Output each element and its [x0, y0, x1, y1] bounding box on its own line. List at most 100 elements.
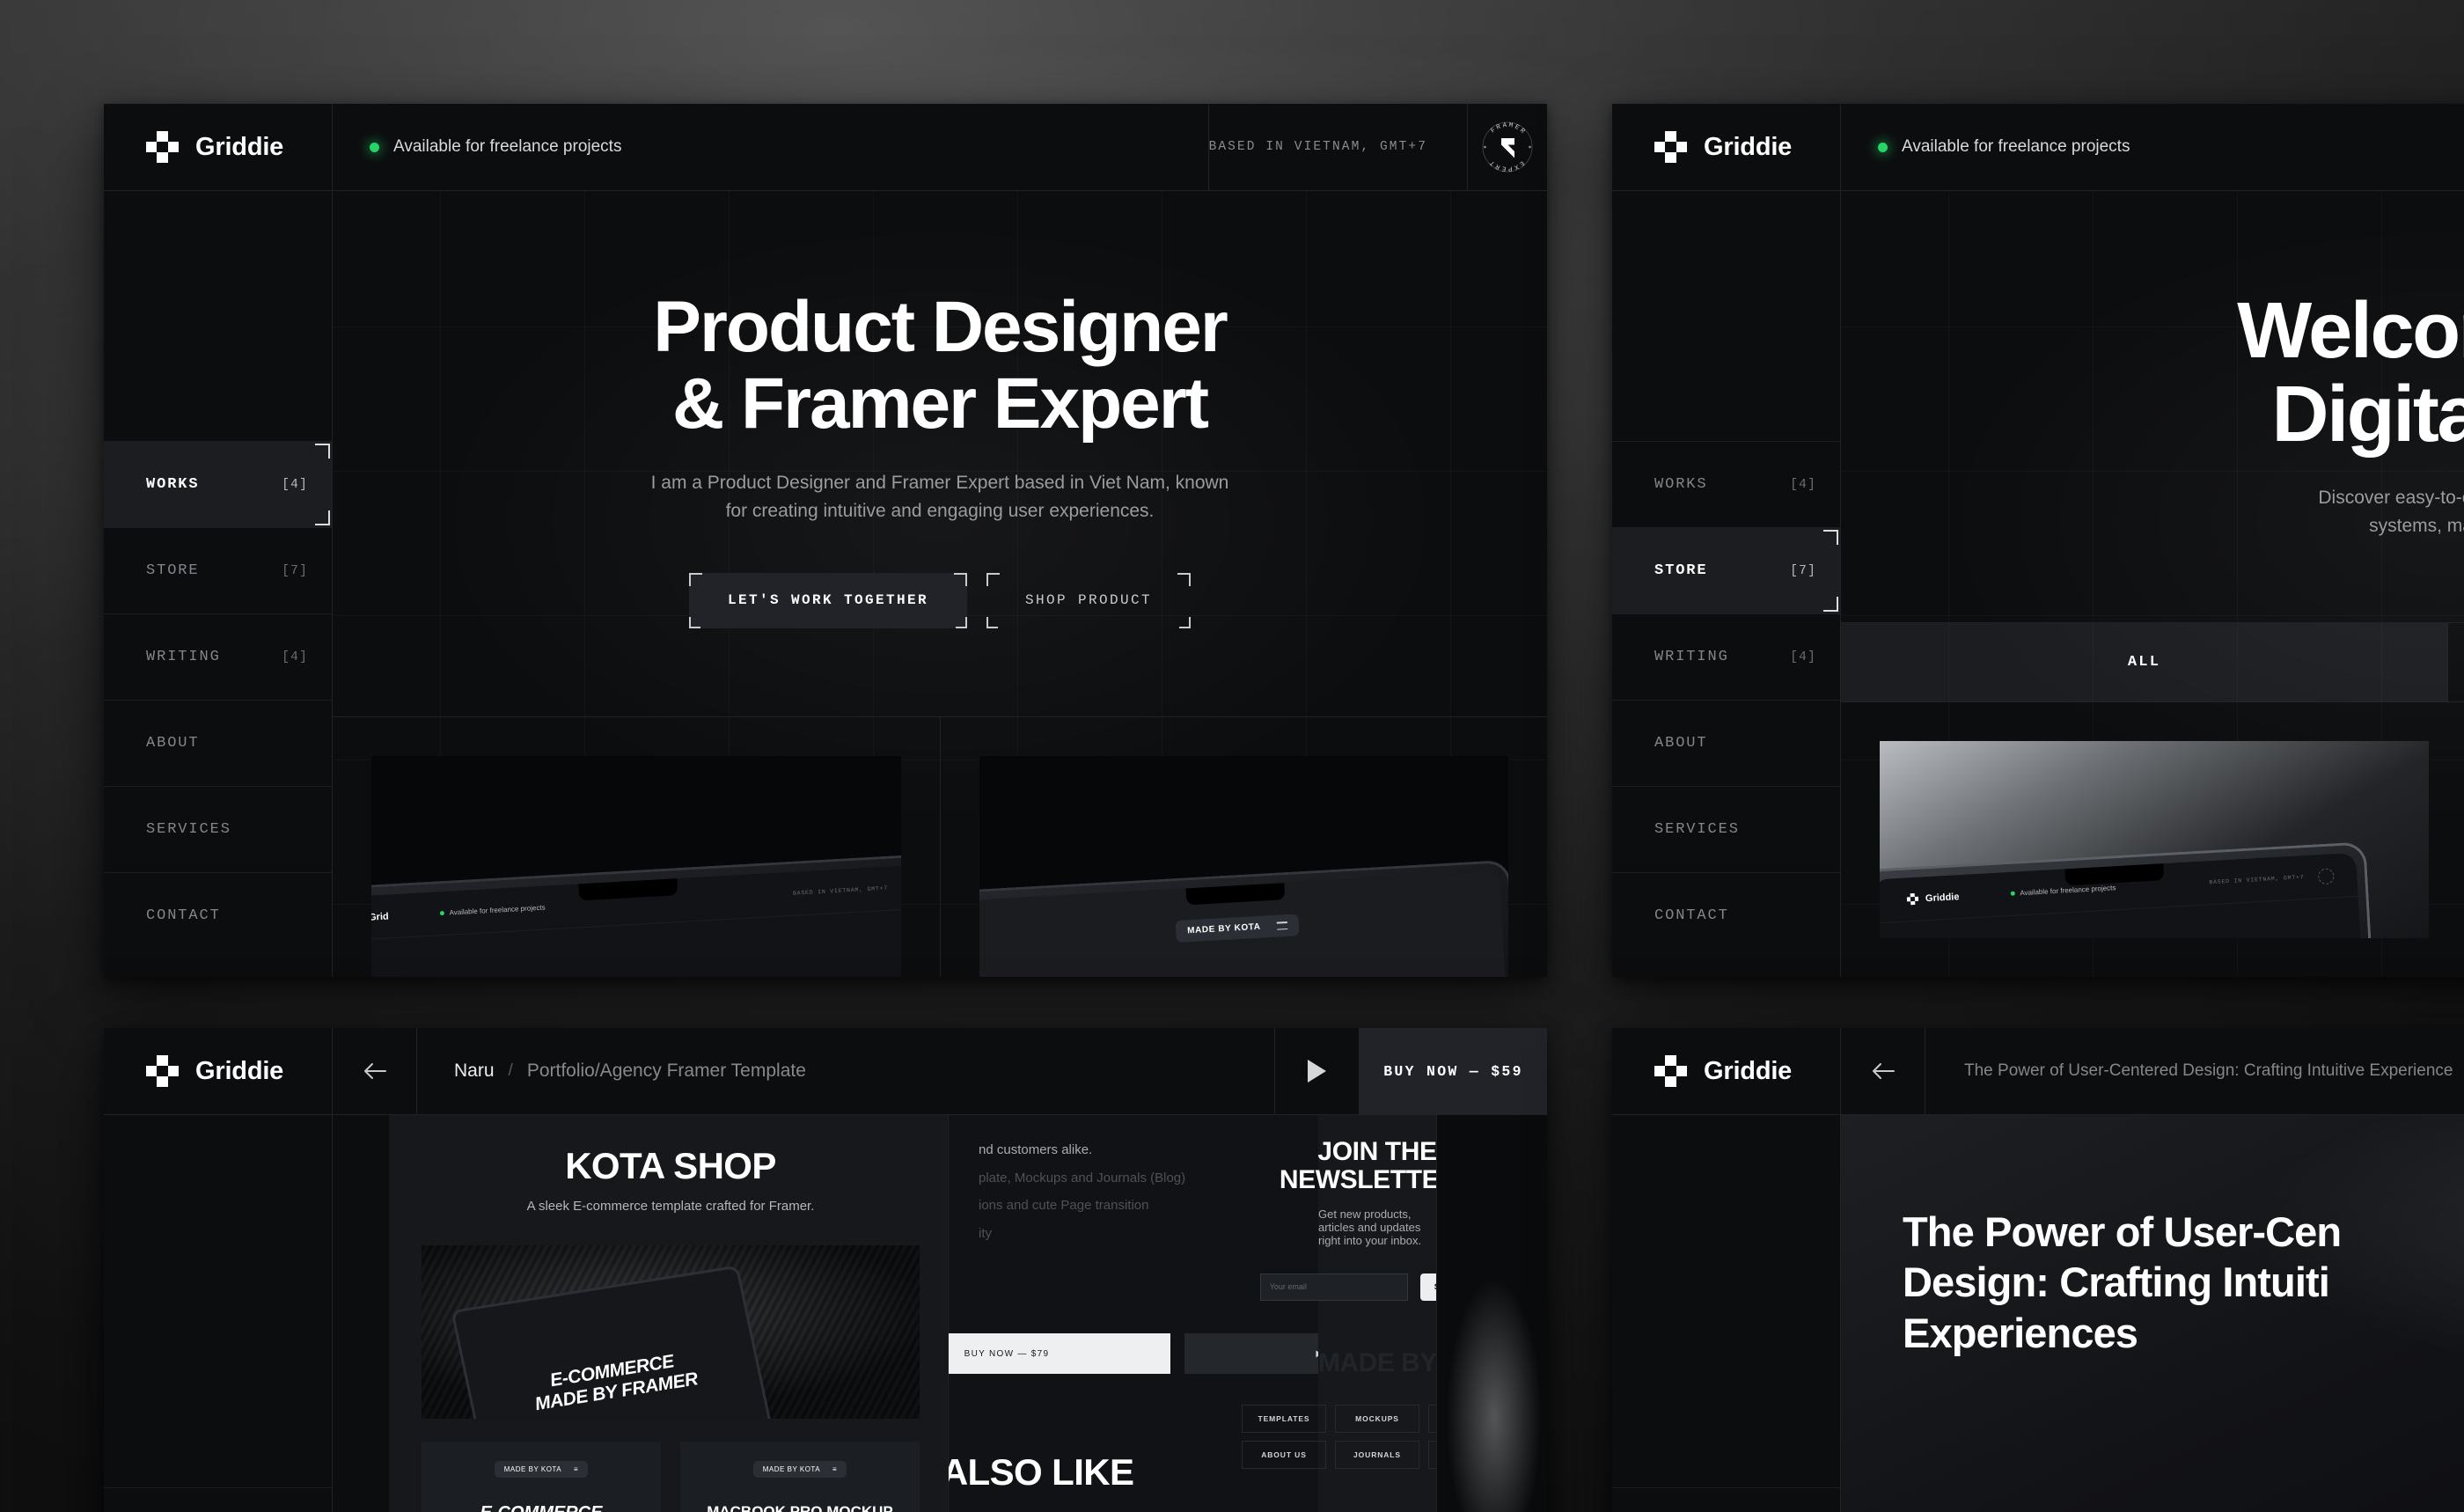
buy-now-button[interactable]: BUY NOW — $59: [1360, 1028, 1547, 1114]
back-button[interactable]: [1841, 1028, 1925, 1114]
article-topbar: Griddie The Power of User-Centered Desig…: [1612, 1028, 2464, 1115]
feature-line-1: nd customers alike.: [979, 1142, 1093, 1157]
sidebar-item-services[interactable]: SERVICES: [1612, 786, 1840, 872]
framer-expert-badge[interactable]: FRAMER EXPERT: [1468, 104, 1547, 190]
framer-badge-icon: FRAMER EXPERT: [1478, 118, 1536, 176]
footer-link-templates[interactable]: TEMPLATES: [1242, 1404, 1326, 1433]
subscribe-button[interactable]: SUBCRIBE: [1419, 1273, 1436, 1301]
brand-store[interactable]: Griddie: [1612, 104, 1841, 190]
footer-link-journals[interactable]: JOURNALS: [1335, 1440, 1419, 1469]
newsletter-column: JOIN THE NEWSLETTERS Get new products, a…: [1242, 1115, 1436, 1512]
brand-product[interactable]: Griddie: [104, 1028, 333, 1114]
sidebar-item-works[interactable]: WORKS [4]: [1612, 441, 1840, 527]
mini-status: Available for freelance projects: [439, 904, 546, 918]
sidebar-item-label: WRITING: [146, 649, 221, 665]
home-topbar: Griddie Available for freelance projects…: [104, 104, 1547, 191]
sidebar-item-label: ABOUT: [1654, 735, 1708, 752]
footer-link-graphics[interactable]: GRAPHICS: [1428, 1404, 1436, 1433]
hamburger-menu-icon[interactable]: [1277, 922, 1287, 931]
sidebar-item-about[interactable]: ABOUT: [104, 700, 332, 786]
sidebar-item-writing[interactable]: WRITING [4]: [1612, 613, 1840, 700]
hero-section: Product Designer & Framer Expert I am a …: [333, 191, 1547, 717]
product-glow-column: [1437, 1115, 1547, 1512]
sidebar-item-label: WORKS: [146, 476, 200, 493]
thumb-nav-pill: MADE BY KOTA ≡: [494, 1461, 589, 1478]
mini-brand-name: Griddie: [1925, 891, 1960, 904]
home-main: Product Designer & Framer Expert I am a …: [333, 191, 1547, 977]
preview-button[interactable]: ▶ PREVIEW: [1184, 1333, 1318, 1374]
kota-nav-pill[interactable]: MADE BY KOTA: [1175, 914, 1300, 943]
hamburger-menu-icon: ≡: [574, 1465, 579, 1473]
griddie-plus-logo-icon: [146, 130, 179, 164]
lets-work-together-button[interactable]: LET'S WORK TOGETHER: [688, 572, 968, 628]
sidebar-item-contact[interactable]: CONTACT: [1612, 872, 1840, 958]
store-hero-section: Welcome to Digital Ma Discover easy-to-c…: [1841, 191, 2464, 623]
sidebar-item-about[interactable]: ABOUT: [1612, 700, 1840, 786]
sidebar-item-contact[interactable]: CONTACT: [104, 872, 332, 958]
product-thumbnail-1[interactable]: MADE BY KOTA ≡ E-COMMERCE: [422, 1442, 661, 1512]
sidebar-item-works[interactable]: WORKS [4]: [104, 441, 332, 527]
product-thumbnail-2[interactable]: MADE BY KOTA ≡ MACBOOK PRO MOCKUP: [680, 1442, 920, 1512]
mini-brand-name: Grid: [371, 911, 389, 923]
sidebar-item-works[interactable]: WORKS [4]: [1612, 1487, 1840, 1512]
availability-status: Available for freelance projects: [333, 104, 1209, 190]
panel-home[interactable]: Griddie Available for freelance projects…: [104, 104, 1547, 977]
thumb-pill-label: MADE BY KOTA: [762, 1465, 821, 1473]
newsletter-subtitle: Get new products, articles and updates r…: [1318, 1207, 1422, 1247]
sidebar-item-label: SERVICES: [1654, 821, 1740, 838]
brand-article[interactable]: Griddie: [1612, 1028, 1841, 1114]
feature-line-2: plate, Mockups and Journals (Blog): [979, 1170, 1186, 1185]
brand-name: Griddie: [195, 1056, 284, 1085]
product-detail-body: KOTA SHOP A sleek E-commerce template cr…: [333, 1115, 1547, 1512]
back-button[interactable]: [333, 1028, 417, 1114]
hero-line-2: Digital Ma: [2271, 371, 2464, 459]
sidebar-item-count: [4]: [282, 477, 308, 492]
breadcrumb: Naru / Portfolio/Agency Framer Template: [417, 1028, 1275, 1114]
shop-product-button[interactable]: SHOP PRODUCT: [986, 572, 1192, 628]
laptop-mockup: MADE BY KOTA E-COMMERCE MADE BY FRAMER: [979, 860, 1508, 977]
sidebar-item-label: WRITING: [1654, 649, 1729, 665]
work-card-2[interactable]: MADE BY KOTA E-COMMERCE MADE BY FRAMER: [941, 717, 1548, 977]
sidebar-item-writing[interactable]: WRITING [4]: [104, 613, 332, 700]
panel-store[interactable]: Griddie Available for freelance projects…: [1612, 104, 2464, 977]
sidebar-article[interactable]: WORKS [4]: [1612, 1115, 1841, 1512]
arrow-left-icon: [1868, 1056, 1898, 1086]
brand-home[interactable]: Griddie: [104, 104, 333, 190]
hero-subtitle: Discover easy-to-customize Fra systems, …: [2318, 484, 2464, 541]
sidebar-item-store[interactable]: STORE [7]: [104, 527, 332, 613]
breadcrumb-product-name: Naru: [454, 1061, 495, 1081]
hero-line-1: Welcome to: [2237, 287, 2464, 375]
footer-link-mockups[interactable]: MOCKUPS: [1335, 1404, 1419, 1433]
sidebar-store[interactable]: WORKS [4] STORE [7] WRITING [4] ABOUT SE…: [1612, 191, 1841, 977]
button-label: LET'S WORK TOGETHER: [727, 592, 928, 609]
status-dot-icon: [1878, 142, 1888, 152]
panel-article[interactable]: Griddie The Power of User-Centered Desig…: [1612, 1028, 2464, 1512]
sidebar-product[interactable]: WORKS [4]: [104, 1115, 333, 1512]
product-hero-shot: E-COMMERCE MADE BY FRAMER: [422, 1245, 920, 1419]
arrow-left-icon: [360, 1056, 390, 1086]
mini-status-dot-icon: [439, 911, 444, 916]
sidebar-home[interactable]: WORKS [4] STORE [7] WRITING [4] ABOUT SE…: [104, 191, 333, 977]
buy-now-secondary-button[interactable]: BUY NOW — $79: [949, 1333, 1170, 1374]
store-card-1[interactable]: Griddie Available for freelance projects…: [1880, 740, 2429, 938]
work-card-1[interactable]: Grid Available for freelance projects BA…: [333, 716, 941, 977]
svg-text:EXPERT: EXPERT: [1488, 158, 1525, 172]
mini-griddie-logo-icon: [1906, 892, 1918, 906]
article-hero: The Power of User-Cen Design: Crafting I…: [1841, 1115, 2464, 1512]
status-text: Available for freelance projects: [1902, 137, 2130, 156]
laptop-mockup: Griddie Available for freelance projects…: [1880, 841, 2382, 938]
preview-play-button[interactable]: [1275, 1028, 1360, 1114]
footer-link-affiliate[interactable]: AFFILIATE: [1428, 1440, 1436, 1469]
email-input[interactable]: Your email: [1259, 1273, 1408, 1301]
sidebar-item-works[interactable]: WORKS [4]: [104, 1487, 332, 1512]
sidebar-item-services[interactable]: SERVICES: [104, 786, 332, 872]
mini-status-dot-icon: [2009, 891, 2014, 896]
kota-pill-label: MADE BY KOTA: [1187, 922, 1262, 936]
sidebar-item-store[interactable]: STORE [7]: [1612, 527, 1840, 613]
footer-link-about-us[interactable]: ABOUT US: [1242, 1440, 1326, 1469]
hero-subtitle-line-2: for creating intuitive and engaging user…: [725, 501, 1155, 522]
panel-product-detail[interactable]: Griddie Naru / Portfolio/Agency Framer T…: [104, 1028, 1547, 1512]
thumb-title: MACBOOK PRO MOCKUP: [707, 1503, 893, 1512]
hero-subtitle: I am a Product Designer and Framer Exper…: [651, 469, 1229, 526]
sidebar-item-label: CONTACT: [1654, 907, 1729, 924]
